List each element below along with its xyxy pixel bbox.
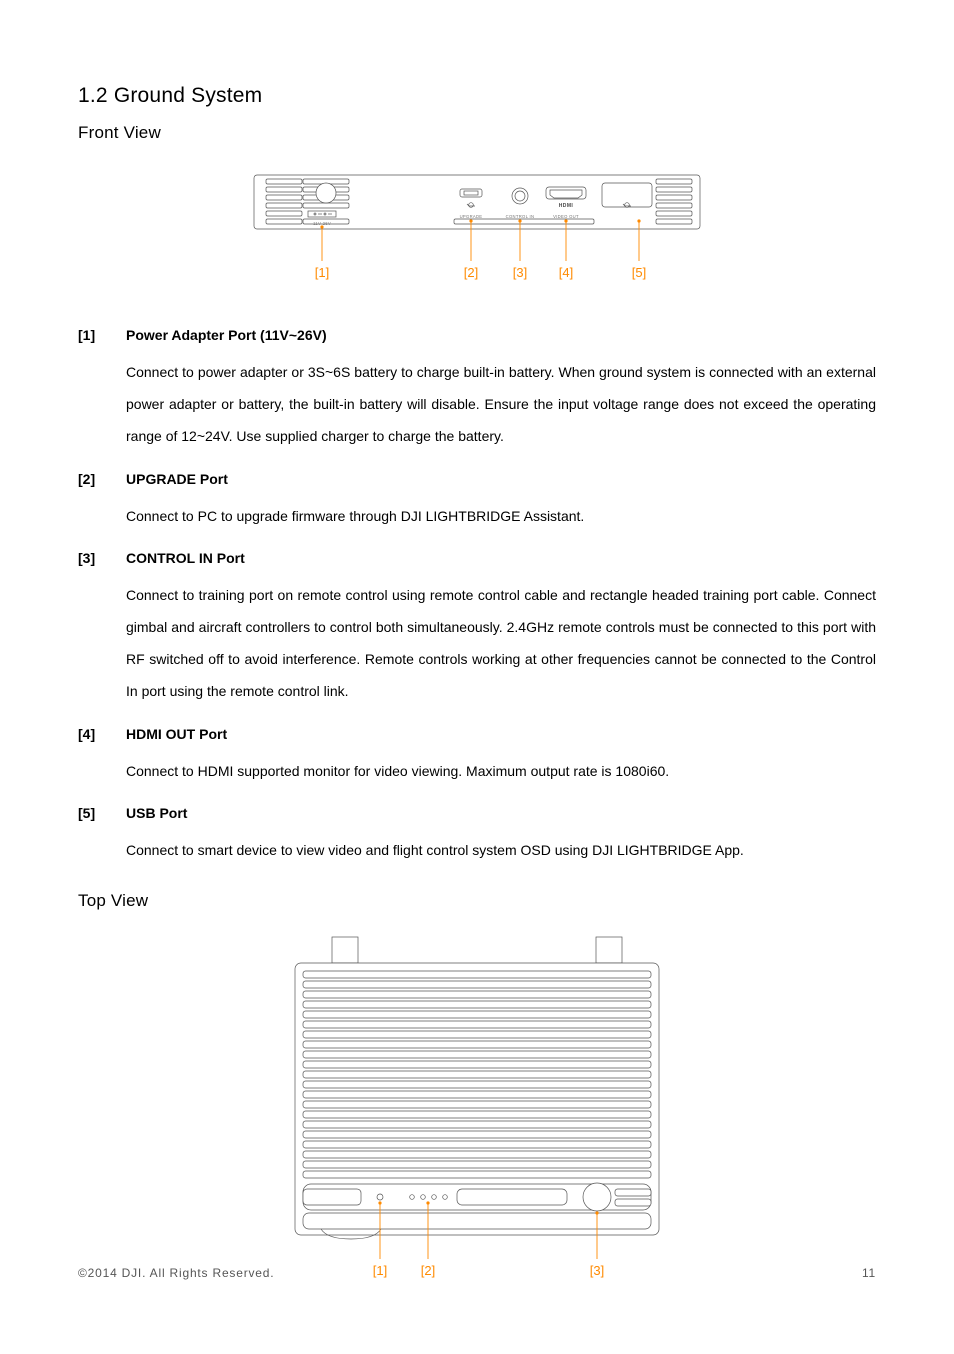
item-title: Power Adapter Port (11V~26V) [126,325,876,346]
item-num: [3] [78,548,126,569]
footer-page-number: 11 [862,1264,876,1282]
item-num: [2] [78,469,126,490]
item-title: CONTROL IN Port [126,548,876,569]
front-callout-5: [5] [632,265,646,280]
label-upgrade: UPGRADE [460,214,483,219]
front-item-2: [2] UPGRADE Port Connect to PC to upgrad… [78,469,876,532]
item-title: UPGRADE Port [126,469,876,490]
front-callout-4: [4] [559,265,573,280]
front-callout-2: [2] [464,265,478,280]
item-desc: Connect to smart device to view video an… [126,834,876,866]
top-view-svg: [1] [2] [3] [277,931,677,1291]
item-desc: Connect to HDMI supported monitor for vi… [126,755,876,787]
front-item-5: [5] USB Port Connect to smart device to … [78,803,876,866]
front-item-3: [3] CONTROL IN Port Connect to training … [78,548,876,708]
section-title: 1.2 Ground System [78,80,876,112]
item-num: [5] [78,803,126,824]
front-view-svg: 11V-26V UPGRADE CONTROL IN HDMI VIDEO OU… [242,163,712,293]
front-item-list: [1] Power Adapter Port (11V~26V) Connect… [78,325,876,866]
front-callout-3: [3] [513,265,527,280]
item-title: USB Port [126,803,876,824]
page-footer: ©2014 DJI. All Rights Reserved. 11 [78,1264,876,1282]
front-view-figure: 11V-26V UPGRADE CONTROL IN HDMI VIDEO OU… [78,163,876,299]
label-power: 11V-26V [313,221,331,226]
front-callout-1: [1] [315,265,329,280]
item-desc: Connect to PC to upgrade firmware throug… [126,500,876,532]
label-control-in: CONTROL IN [506,214,535,219]
item-title: HDMI OUT Port [126,724,876,745]
label-video-out: VIDEO OUT [553,214,579,219]
front-item-4: [4] HDMI OUT Port Connect to HDMI suppor… [78,724,876,787]
footer-copyright: ©2014 DJI. All Rights Reserved. [78,1264,274,1282]
item-desc: Connect to training port on remote contr… [126,579,876,708]
label-hdmi: HDMI [559,203,574,209]
front-view-heading: Front View [78,120,876,146]
item-num: [4] [78,724,126,745]
item-desc: Connect to power adapter or 3S~6S batter… [126,356,876,453]
item-num: [1] [78,325,126,346]
top-view-heading: Top View [78,888,876,914]
top-view-figure: [1] [2] [3] [78,931,876,1297]
front-item-1: [1] Power Adapter Port (11V~26V) Connect… [78,325,876,453]
